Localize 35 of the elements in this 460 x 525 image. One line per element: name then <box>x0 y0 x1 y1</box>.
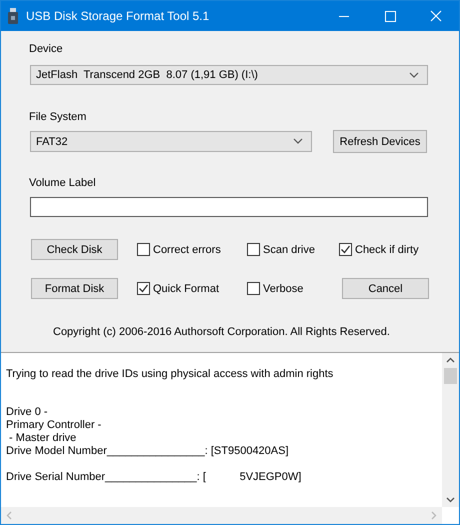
log-line: Drive Model Number________________: [ST9500420AS] <box>6 445 290 458</box>
checkbox-label: Check if dirty <box>355 244 419 256</box>
device-dropdown[interactable]: JetFlash Transcend 2GB 8.07 (1,91 GB) (I:\) <box>30 65 428 85</box>
checkbox-label: Quick Format <box>153 282 220 294</box>
refresh-devices-button[interactable]: Refresh Devices <box>333 130 427 153</box>
chevron-down-icon <box>293 138 303 145</box>
scroll-down-icon[interactable] <box>446 497 455 503</box>
field-label: Device <box>29 43 64 57</box>
log-line: Primary Controller - <box>6 419 102 432</box>
vertical-scrollbar[interactable] <box>442 353 459 507</box>
checkbox[interactable] <box>339 243 352 256</box>
checkbox[interactable] <box>247 243 260 256</box>
action-button[interactable]: Check Disk <box>31 239 118 260</box>
log-line: Drive 0 - <box>6 406 49 419</box>
checkbox-label: Verbose <box>263 282 304 294</box>
checkbox-label: Correct errors <box>153 244 221 256</box>
chevron-down-icon <box>409 72 419 78</box>
checkbox-label: Scan drive <box>263 244 315 256</box>
action-button[interactable]: Format Disk <box>31 278 118 299</box>
scroll-thumb[interactable] <box>444 368 457 384</box>
volume-label-field[interactable] <box>30 197 428 217</box>
checkbox[interactable] <box>247 282 260 295</box>
scroll-up-icon[interactable] <box>446 357 455 363</box>
field-label: Volume Label <box>29 177 97 191</box>
action-button[interactable]: Cancel <box>342 278 429 299</box>
log-line: - Master drive <box>8 432 78 445</box>
log-line: Drive Serial Number_______________: [ 5VJEGP0W] <box>6 471 302 484</box>
file-system-dropdown[interactable]: FAT32 <box>30 131 312 152</box>
window-title: USB Disk Storage Format Tool 5.1 <box>26 9 210 23</box>
field-label: File System <box>29 111 88 125</box>
copyright-text: Copyright (c) 2006-2016 Authorsoft Corporation. All Rights Reserved. <box>53 326 391 338</box>
checkbox[interactable] <box>137 243 150 256</box>
log-line: Trying to read the drive IDs using physical access with admin rights <box>6 368 334 381</box>
checkbox[interactable] <box>137 282 150 295</box>
usb-drive-icon <box>8 8 18 24</box>
